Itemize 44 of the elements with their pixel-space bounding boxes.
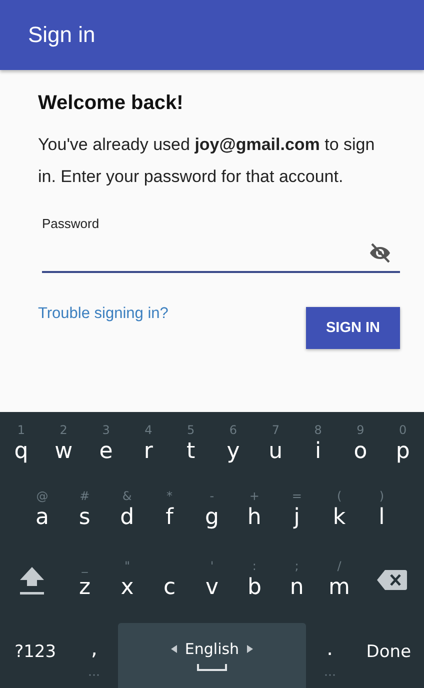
keyboard-key[interactable]: 3 e: [84, 412, 128, 475]
keyboard-key[interactable]: " x: [106, 545, 148, 615]
keyboard-key[interactable]: @ a: [21, 475, 64, 545]
backspace-key-icon[interactable]: [377, 569, 408, 591]
keyboard-key[interactable]: 4 r: [127, 412, 170, 475]
done-key[interactable]: Done: [353, 615, 424, 688]
password-field[interactable]: Password: [42, 213, 400, 273]
space-bar[interactable]: English: [118, 623, 306, 688]
symbols-key[interactable]: ?123: [0, 615, 71, 688]
keyboard-key[interactable]: 2 w: [42, 412, 85, 475]
heading: Welcome back!: [38, 92, 184, 115]
keyboard-key[interactable]: 6 y: [212, 412, 254, 475]
keyboard-key[interactable]: # s: [63, 475, 106, 545]
punctuation-key[interactable]: .: [326, 628, 333, 660]
keyboard-key[interactable]: = j: [276, 475, 318, 545]
punctuation-key[interactable]: ,: [91, 628, 98, 660]
keyboard-key[interactable]: - g: [190, 475, 234, 545]
message: You've already used joy@gmail.com to sign in. Enter your password for that account.: [38, 134, 376, 188]
keyboard-key[interactable]: _ z: [64, 545, 106, 615]
space-icon: [197, 664, 227, 671]
keyboard-key[interactable]: * f: [148, 475, 191, 545]
keyboard-key[interactable]: + h: [233, 475, 276, 545]
language-label: English: [184, 640, 240, 658]
sign-in-button[interactable]: SIGN IN: [306, 307, 400, 349]
trouble-signing-in-link[interactable]: Trouble signing in?: [38, 305, 168, 323]
shift-key-icon[interactable]: [18, 565, 46, 595]
left-arrow-icon: [170, 645, 177, 653]
keyboard-key[interactable]: : b: [233, 545, 276, 615]
keyboard-key[interactable]: 9 o: [339, 412, 382, 475]
right-arrow-icon: [247, 645, 254, 653]
keyboard-key[interactable]: 0 p: [382, 412, 424, 475]
keyboard-key[interactable]: 7 u: [254, 412, 297, 475]
keyboard-key[interactable]: ; n: [276, 545, 318, 615]
keyboard-key[interactable]: ( k: [318, 475, 360, 545]
keyboard-key[interactable]: & d: [106, 475, 148, 545]
keyboard-key[interactable]: ) l: [360, 475, 403, 545]
keyboard-key[interactable]: c: [148, 545, 191, 615]
keyboard-key[interactable]: / m: [318, 545, 360, 615]
app-bar-title: Sign in: [28, 22, 96, 48]
keyboard-key[interactable]: ' v: [190, 545, 234, 615]
eye-off-icon[interactable]: [368, 241, 392, 265]
keyboard-key[interactable]: 8 i: [296, 412, 340, 475]
keyboard-key[interactable]: 1 q: [0, 412, 42, 475]
keyboard-key[interactable]: 5 t: [170, 412, 212, 475]
